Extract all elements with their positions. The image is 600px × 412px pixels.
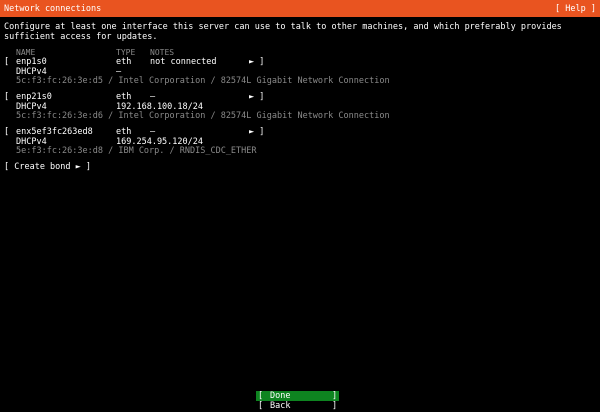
interface-open-bracket: [ [4, 57, 10, 67]
interface-notes: not connected [150, 57, 217, 67]
interface-open-bracket: [ [4, 92, 10, 102]
interface-hardware-info: 5e:f3:fc:26:3e:d8 / IBM Corp. / RNDIS_CD… [16, 146, 257, 156]
interface-hardware-info: 5c:f3:fc:26:3e:d5 / Intel Corporation / … [16, 76, 390, 86]
interface-type: eth [116, 127, 132, 137]
create-bond-button[interactable]: [ Create bond ► ] [4, 162, 91, 172]
help-button[interactable]: [ Help ] [555, 4, 596, 14]
back-open-bracket: [ [258, 401, 264, 411]
interface-notes: – [150, 127, 156, 137]
interface-menu-arrow[interactable]: ► ] [249, 57, 264, 67]
done-button[interactable]: [ Done ] [256, 391, 339, 401]
interface-hardware-info: 5c:f3:fc:26:3e:d6 / Intel Corporation / … [16, 111, 390, 121]
back-close-bracket: ] [332, 401, 338, 411]
interface-name: enx5ef3fc263ed8 [16, 127, 93, 137]
interface-name: enp21s0 [16, 92, 52, 102]
page-title: Network connections [4, 4, 102, 14]
interface-open-bracket: [ [4, 127, 10, 137]
back-label: Back [270, 401, 291, 411]
interface-type: eth [116, 57, 132, 67]
interface-menu-arrow[interactable]: ► ] [249, 127, 264, 137]
done-label: Done [270, 391, 291, 401]
done-open-bracket: [ [258, 391, 264, 401]
header-bar: Network connections [ Help ] [0, 0, 600, 17]
interface-menu-arrow[interactable]: ► ] [249, 92, 264, 102]
interface-name: enp1s0 [16, 57, 47, 67]
done-close-bracket: ] [332, 391, 338, 401]
interface-notes: – [150, 92, 156, 102]
interface-type: eth [116, 92, 132, 102]
intro-text: Configure at least one interface this se… [4, 22, 567, 42]
back-button[interactable]: [ Back ] [256, 401, 339, 411]
